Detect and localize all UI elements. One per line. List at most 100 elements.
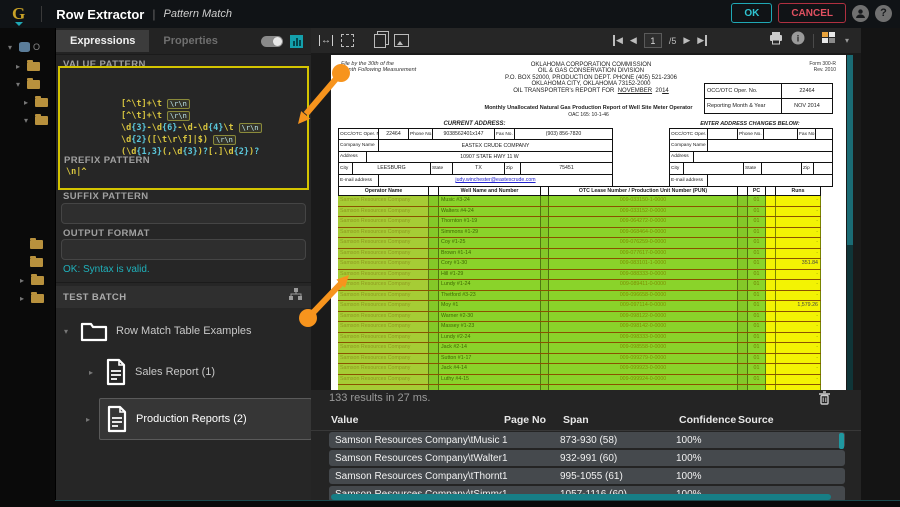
chevron-down-icon[interactable]: ▾ [845, 36, 849, 45]
doc-cell-runs: - [776, 353, 821, 363]
help-icon[interactable]: ? [875, 4, 892, 22]
doc-table-row[interactable]: Samson Resources Company Cory #1-30 009-08… [338, 259, 821, 270]
prefix-pattern-editor[interactable]: \n|^ [66, 167, 86, 177]
col-value[interactable]: Value [331, 414, 358, 426]
trash-icon[interactable] [818, 391, 831, 410]
doc-cell-spacer [429, 248, 439, 258]
folder-icon [30, 238, 43, 249]
suffix-pattern-input[interactable] [61, 203, 306, 224]
doc-table-row[interactable]: Samson Resources Company Sutton #1-17 009-… [338, 353, 821, 364]
doc-table-row[interactable]: Samson Resources Company Thetford #3-23 00… [338, 290, 821, 301]
results-scrollbar-thumb[interactable] [839, 433, 844, 449]
hierarchy-icon[interactable] [289, 288, 303, 306]
results-horizontal-scrollbar[interactable] [331, 494, 831, 500]
doc-cell-spacer [766, 322, 776, 332]
doc-table-row[interactable]: Samson Resources Company Luthy #4-15 009-0… [338, 374, 821, 385]
chevron-down-icon[interactable]: ▾ [8, 43, 16, 52]
chevron-right-icon[interactable]: ▸ [16, 62, 24, 71]
doc-table-row[interactable]: Samson Resources Company Jack #2-14 009-09… [338, 343, 821, 354]
nav-tree-item[interactable] [30, 238, 43, 249]
statistics-icon[interactable] [290, 34, 303, 48]
cancel-button[interactable]: CANCEL [778, 3, 846, 23]
chevron-down-icon[interactable]: ▾ [24, 116, 32, 125]
doc-table-row[interactable]: Samson Resources Company Brown #1-14 009-0… [338, 248, 821, 259]
doc-cell-spacer [429, 311, 439, 321]
doc-cell-spacer [541, 353, 549, 363]
doc-table-row[interactable]: Samson Resources Company Lundy #1-24 009-0… [338, 280, 821, 291]
last-page-icon[interactable]: ▶ [697, 35, 708, 46]
nav-tree-item[interactable]: ▾ [16, 78, 40, 89]
nav-tree-item[interactable]: ▾ [24, 114, 48, 125]
col-page-no[interactable]: Page No [504, 414, 546, 426]
image-icon[interactable] [394, 34, 409, 47]
nav-tree-item[interactable]: ▸ [20, 292, 44, 303]
fit-width-icon[interactable]: ↔ [319, 35, 333, 46]
chevron-right-icon[interactable]: ▸ [24, 98, 32, 107]
doc-table-row[interactable]: Samson Resources Company Massey #1-23 009-… [338, 322, 821, 333]
tab-expressions[interactable]: Expressions [56, 30, 150, 52]
doc-table-row[interactable]: Samson Resources Company Moy #1 009-097114… [338, 301, 821, 312]
doc-cell-well: Simmons #1-29 [439, 227, 541, 237]
chevron-down-icon[interactable]: ▾ [64, 327, 72, 336]
chevron-right-icon[interactable]: ▸ [89, 368, 97, 377]
result-row[interactable]: Samson Resources Company\tMusic #3-24...… [329, 432, 845, 448]
folder-icon [35, 114, 48, 125]
print-icon[interactable] [769, 31, 783, 50]
viewer-toolbar: ↔ ◀ ◀ /5 ▶ ▶ i ▾ [311, 28, 861, 54]
document-page[interactable]: File by the 30th of the Month Following … [331, 55, 846, 390]
doc-cell-pc: 01 [748, 217, 766, 227]
prev-page-icon[interactable]: ◀ [630, 35, 637, 46]
doc-cell-spacer [766, 364, 776, 374]
doc-table-row[interactable] [338, 385, 821, 390]
doc-table-row[interactable]: Samson Resources Company Warner #2-30 009-… [338, 311, 821, 322]
doc-table-row[interactable]: Samson Resources Company Lundy #2-24 009-0… [338, 332, 821, 343]
marquee-select-icon[interactable] [341, 34, 354, 47]
thumbnails-icon[interactable] [821, 31, 837, 50]
nav-tree-item[interactable]: ▸ [24, 96, 48, 107]
doc-cell-well: Cory #1-30 [439, 259, 541, 269]
nav-tree-item[interactable] [30, 256, 43, 267]
next-page-icon[interactable]: ▶ [683, 35, 690, 46]
first-page-icon[interactable]: ◀ [613, 35, 623, 46]
page-number-input[interactable] [643, 33, 662, 48]
doc-cell-operator: Samson Resources Company [338, 227, 429, 237]
result-row[interactable]: Samson Resources Company\tThornton #...1… [329, 468, 845, 484]
col-span[interactable]: Span [563, 414, 589, 426]
chevron-right-icon[interactable]: ▸ [20, 294, 28, 303]
output-format-input[interactable] [61, 239, 306, 260]
tree-item-label: Production Reports (2) [136, 413, 247, 425]
doc-table-row[interactable]: Samson Resources Company Hill #1-29 009-08… [338, 269, 821, 280]
chevron-right-icon[interactable]: ▸ [86, 415, 94, 424]
document-viewer[interactable]: File by the 30th of the Month Following … [311, 53, 861, 390]
ok-button[interactable]: OK [731, 3, 773, 23]
pages-icon[interactable] [374, 33, 386, 48]
info-icon[interactable]: i [791, 31, 805, 50]
tab-properties[interactable]: Properties [149, 30, 231, 52]
viewer-scrollbar[interactable] [847, 55, 853, 390]
doc-table-row[interactable]: Samson Resources Company Thornton #1-19 00… [338, 217, 821, 228]
toggle-switch[interactable] [261, 35, 283, 47]
doc-cell-spacer [541, 364, 549, 374]
viewer-scrollbar-thumb[interactable] [847, 55, 853, 245]
nav-tree-item[interactable]: ▸ [20, 274, 44, 285]
account-icon[interactable] [852, 4, 869, 22]
chevron-down-icon[interactable]: ▾ [16, 80, 24, 89]
doc-table-row[interactable]: Samson Resources Company Coy #1-25 009-076… [338, 238, 821, 249]
doc-cell-operator: Samson Resources Company [338, 217, 429, 227]
tree-item-production-reports[interactable]: ▸ Production Reports (2) [86, 398, 312, 440]
chevron-right-icon[interactable]: ▸ [20, 276, 28, 285]
app-logo-icon[interactable]: G [12, 4, 25, 26]
tree-item-root[interactable]: ▾ Row Match Table Examples [64, 320, 252, 342]
doc-table-row[interactable]: Samson Resources Company Music #3-24 009-0… [338, 196, 821, 207]
col-confidence[interactable]: Confidence [679, 414, 736, 426]
doc-table-row[interactable]: Samson Resources Company Jack #4-14 009-09… [338, 364, 821, 375]
doc-table-row[interactable]: Samson Resources Company Simmons #1-29 009… [338, 227, 821, 238]
result-row[interactable]: Samson Resources Company\tWalters #4-...… [329, 450, 845, 466]
doc-table-row[interactable]: Samson Resources Company Walters #4-24 009… [338, 206, 821, 217]
col-source[interactable]: Source [738, 414, 774, 426]
nav-tree-item[interactable]: ▸ [16, 60, 40, 71]
nav-tree-item[interactable]: ▾ O [8, 42, 40, 52]
nav-root-label: O [33, 42, 41, 52]
doc-cell-well: Jack #2-14 [439, 343, 541, 353]
tree-item-sales-report[interactable]: ▸ Sales Report (1) [89, 358, 215, 386]
